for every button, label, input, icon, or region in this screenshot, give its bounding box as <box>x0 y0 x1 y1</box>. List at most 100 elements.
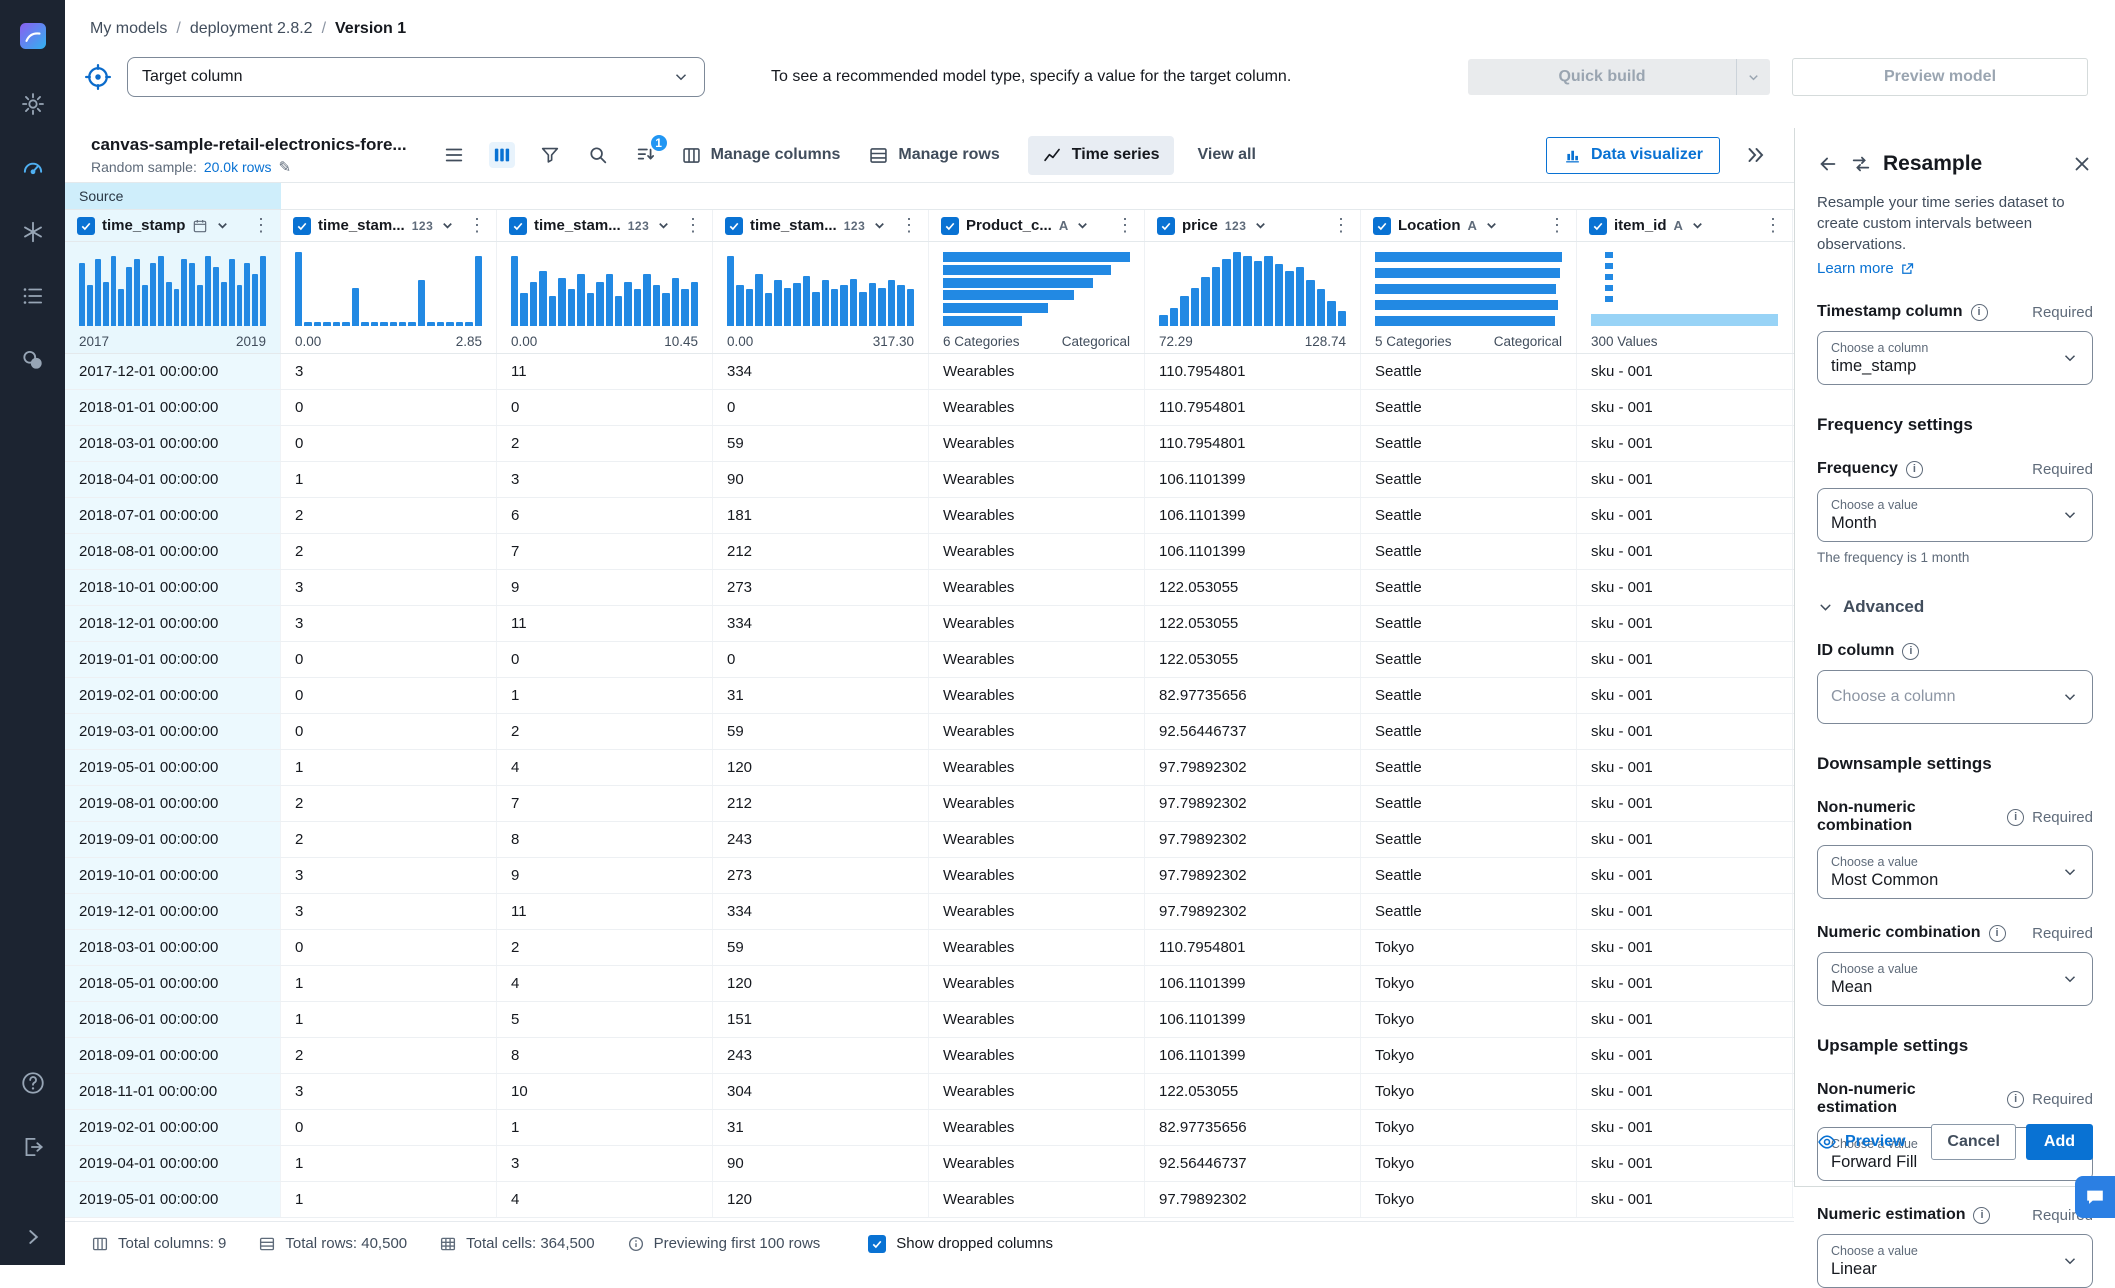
frequency-select[interactable]: Choose a value Month <box>1817 488 2093 542</box>
non-numeric-combination-select[interactable]: Choose a value Most Common <box>1817 845 2093 899</box>
sort-icon[interactable]: 1 <box>633 133 669 168</box>
automations-icon[interactable] <box>19 218 47 246</box>
chevron-down-icon[interactable] <box>440 218 455 233</box>
table-row[interactable]: 2019-09-01 00:00:00 2 8 243 Wearables 97.7989… <box>65 822 1794 858</box>
filter-icon[interactable] <box>537 142 563 168</box>
close-icon[interactable] <box>2071 153 2093 175</box>
search-icon[interactable] <box>585 142 611 168</box>
column-header[interactable]: time_stam... 123 ⋮ <box>713 210 929 241</box>
column-header[interactable]: Location A ⋮ <box>1361 210 1577 241</box>
info-icon[interactable]: i <box>2007 1090 2025 1108</box>
data-visualizer-button[interactable]: Data visualizer <box>1545 136 1720 174</box>
table-row[interactable]: 2017-12-01 00:00:00 3 11 334 Wearables 110.79… <box>65 354 1794 390</box>
show-dropped-checkbox[interactable] <box>868 1234 887 1253</box>
list-menu-icon[interactable] <box>19 282 47 310</box>
column-menu-icon[interactable]: ⋮ <box>898 215 920 236</box>
preview-button[interactable]: Preview <box>1817 1132 1905 1152</box>
chevron-down-icon[interactable] <box>1690 218 1705 233</box>
manage-columns-button[interactable]: Manage columns <box>681 145 840 166</box>
table-row[interactable]: 2018-11-01 00:00:00 3 10 304 Wearables 122.05… <box>65 1074 1794 1110</box>
sign-out-icon[interactable] <box>19 1133 47 1161</box>
column-checkbox[interactable] <box>941 216 959 235</box>
info-icon[interactable]: i <box>1902 642 1920 660</box>
settings-gear-icon[interactable] <box>19 90 47 118</box>
quick-build-button[interactable]: Quick build <box>1468 59 1770 95</box>
column-checkbox[interactable] <box>725 216 743 235</box>
table-row[interactable]: 2018-01-01 00:00:00 0 0 0 Wearables 110.79548… <box>65 390 1794 426</box>
column-menu-icon[interactable]: ⋮ <box>466 215 488 236</box>
table-row[interactable]: 2018-06-01 00:00:00 1 5 151 Wearables 106.110… <box>65 1002 1794 1038</box>
column-menu-icon[interactable]: ⋮ <box>1762 215 1784 236</box>
table-row[interactable]: 2018-03-01 00:00:00 0 2 59 Wearables 110.7954… <box>65 930 1794 966</box>
quick-build-caret-icon[interactable] <box>1736 59 1770 95</box>
random-sample-value-link[interactable]: 20.0k rows <box>204 159 272 175</box>
table-row[interactable]: 2018-03-01 00:00:00 0 2 59 Wearables 110.7954… <box>65 426 1794 462</box>
info-icon[interactable]: i <box>2007 808 2025 826</box>
back-arrow-icon[interactable] <box>1817 153 1839 175</box>
table-row[interactable]: 2019-02-01 00:00:00 0 1 31 Wearables 82.97735… <box>65 1110 1794 1146</box>
numeric-combination-select[interactable]: Choose a value Mean <box>1817 952 2093 1006</box>
cancel-button[interactable]: Cancel <box>1931 1124 2016 1160</box>
column-header[interactable]: price 123 ⋮ <box>1145 210 1361 241</box>
table-row[interactable]: 2018-10-01 00:00:00 3 9 273 Wearables 122.053… <box>65 570 1794 606</box>
chevron-down-icon[interactable] <box>656 218 671 233</box>
learn-more-link[interactable]: Learn more <box>1817 260 1915 277</box>
chevron-down-icon[interactable] <box>1075 218 1090 233</box>
expand-nav-icon[interactable] <box>19 1223 47 1251</box>
edit-icon[interactable]: ✎ <box>279 158 292 176</box>
column-checkbox[interactable] <box>509 216 527 235</box>
column-menu-icon[interactable]: ⋮ <box>1114 215 1136 236</box>
chat-widget-button[interactable] <box>2075 1176 2115 1218</box>
chevron-down-icon[interactable] <box>872 218 887 233</box>
column-header[interactable]: Product_c... A ⋮ <box>929 210 1145 241</box>
time-series-button[interactable]: Time series <box>1027 135 1174 175</box>
table-row[interactable]: 2019-05-01 00:00:00 1 4 120 Wearables 97.7989… <box>65 750 1794 786</box>
chevron-down-icon[interactable] <box>1253 218 1268 233</box>
preview-model-button[interactable]: Preview model <box>1792 58 2088 96</box>
table-row[interactable]: 2019-01-01 00:00:00 0 0 0 Wearables 122.05305… <box>65 642 1794 678</box>
table-row[interactable]: 2019-02-01 00:00:00 0 1 31 Wearables 82.97735… <box>65 678 1794 714</box>
numeric-estimation-select[interactable]: Choose a value Linear <box>1817 1234 2093 1288</box>
source-tab[interactable]: Source <box>65 183 281 209</box>
table-row[interactable]: 2019-10-01 00:00:00 3 9 273 Wearables 97.7989… <box>65 858 1794 894</box>
info-icon[interactable]: i <box>1988 924 2006 942</box>
info-icon[interactable]: i <box>1970 303 1988 321</box>
table-row[interactable]: 2018-09-01 00:00:00 2 8 243 Wearables 106.110… <box>65 1038 1794 1074</box>
canvas-logo-icon[interactable] <box>19 22 47 50</box>
column-header[interactable]: time_stamp ⋮ <box>65 210 281 241</box>
breadcrumb-my-models[interactable]: My models <box>90 20 167 38</box>
manage-rows-button[interactable]: Manage rows <box>868 145 1000 166</box>
table-row[interactable]: 2018-07-01 00:00:00 2 6 181 Wearables 106.110… <box>65 498 1794 534</box>
list-view-icon[interactable] <box>441 142 467 168</box>
table-row[interactable]: 2018-05-01 00:00:00 1 4 120 Wearables 106.110… <box>65 966 1794 1002</box>
column-header[interactable]: time_stam... 123 ⋮ <box>281 210 497 241</box>
id-column-select[interactable]: Choose a column <box>1817 670 2093 724</box>
column-header[interactable]: time_stam... 123 ⋮ <box>497 210 713 241</box>
table-row[interactable]: 2018-08-01 00:00:00 2 7 212 Wearables 106.110… <box>65 534 1794 570</box>
add-button[interactable]: Add <box>2025 1124 2093 1160</box>
view-all-button[interactable]: View all <box>1198 146 1256 164</box>
column-checkbox[interactable] <box>77 216 95 235</box>
help-icon[interactable] <box>19 1069 47 1097</box>
table-row[interactable]: 2018-12-01 00:00:00 3 11 334 Wearables 122.05… <box>65 606 1794 642</box>
column-checkbox[interactable] <box>1157 216 1175 235</box>
table-row[interactable]: 2019-03-01 00:00:00 0 2 59 Wearables 92.56446… <box>65 714 1794 750</box>
info-icon[interactable]: i <box>1905 460 1923 478</box>
info-icon[interactable]: i <box>1973 1206 1991 1224</box>
advanced-toggle[interactable]: Advanced <box>1817 597 2093 617</box>
collapse-chevrons-icon[interactable] <box>1744 143 1768 167</box>
column-menu-icon[interactable]: ⋮ <box>1330 215 1352 236</box>
table-row[interactable]: 2019-08-01 00:00:00 2 7 212 Wearables 97.7989… <box>65 786 1794 822</box>
table-row[interactable]: 2018-04-01 00:00:00 1 3 90 Wearables 106.1101… <box>65 462 1794 498</box>
column-menu-icon[interactable]: ⋮ <box>682 215 704 236</box>
table-row[interactable]: 2019-04-01 00:00:00 1 3 90 Wearables 92.56446… <box>65 1146 1794 1182</box>
target-column-select[interactable]: Target column <box>127 57 705 97</box>
column-checkbox[interactable] <box>1373 216 1391 235</box>
breadcrumb-deployment[interactable]: deployment 2.8.2 <box>190 20 313 38</box>
grid-view-icon[interactable] <box>488 142 515 168</box>
table-row[interactable]: 2019-05-01 00:00:00 1 4 120 Wearables 97.7989… <box>65 1182 1794 1218</box>
table-row[interactable]: 2019-12-01 00:00:00 3 11 334 Wearables 97.798… <box>65 894 1794 930</box>
column-menu-icon[interactable]: ⋮ <box>1546 215 1568 236</box>
column-menu-icon[interactable]: ⋮ <box>250 215 272 236</box>
chevron-down-icon[interactable] <box>1484 218 1499 233</box>
